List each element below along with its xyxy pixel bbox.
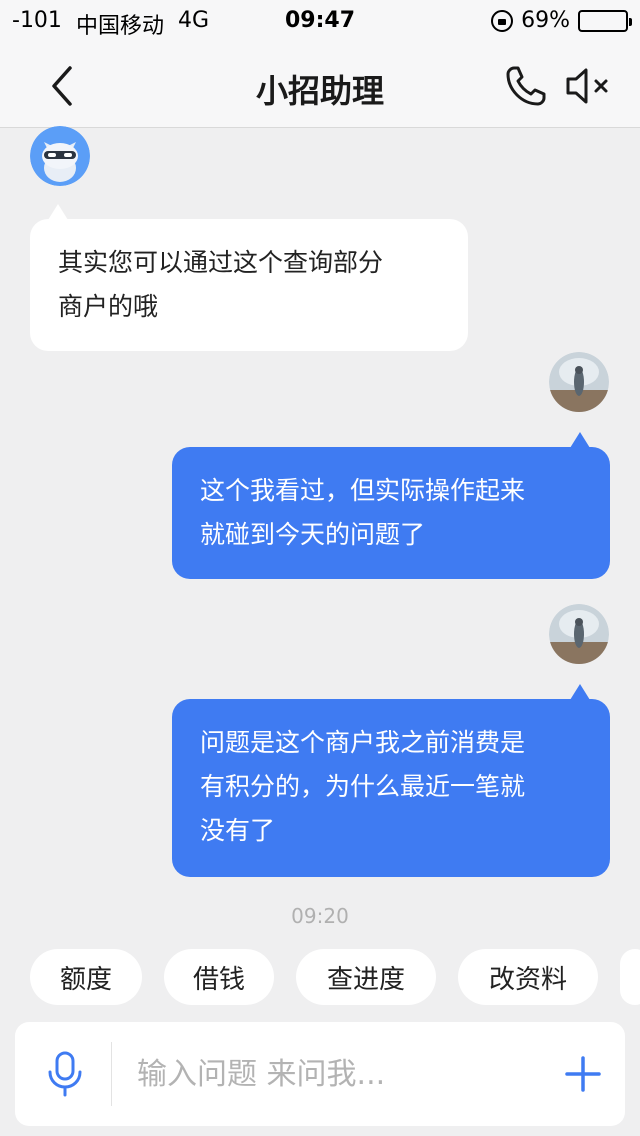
message-line: 问题是这个商户我之前消费是	[200, 728, 526, 757]
assistant-avatar	[30, 126, 90, 186]
chip-progress[interactable]: 查进度	[296, 949, 436, 1005]
nav-bar: 小招助理	[0, 44, 640, 128]
phone-icon	[506, 66, 546, 106]
chip-edit-info[interactable]: 改资料	[458, 949, 598, 1005]
call-button[interactable]	[502, 62, 550, 110]
message-bubble-assistant[interactable]: 其实您可以通过这个查询部分 商户的哦	[30, 219, 468, 351]
bubble-tail	[570, 432, 590, 448]
message-line: 这个我看过，但实际操作起来	[200, 476, 526, 505]
bubble-tail	[570, 684, 590, 700]
robot-avatar-icon	[30, 126, 90, 186]
message-line: 就碰到今天的问题了	[200, 520, 426, 549]
input-divider	[111, 1042, 112, 1106]
microphone-icon	[48, 1051, 82, 1097]
battery-icon	[578, 9, 632, 32]
user-avatar	[549, 352, 609, 412]
input-bar	[15, 1022, 625, 1126]
chat-area[interactable]: 其实您可以通过这个查询部分 商户的哦 这个我看过，但实际操作起来 就碰到今天的问…	[0, 126, 640, 938]
add-button[interactable]	[563, 1054, 603, 1094]
status-right: 69%	[491, 8, 632, 33]
status-bar: -101 中国移动 4G 09:47 69%	[0, 0, 640, 44]
message-bubble-user[interactable]: 这个我看过，但实际操作起来 就碰到今天的问题了	[172, 447, 610, 579]
chip-more-partial[interactable]	[620, 949, 640, 1005]
battery-percent: 69%	[521, 8, 570, 33]
user-avatar	[549, 604, 609, 664]
quick-reply-bar: 额度 借钱 查进度 改资料	[30, 949, 640, 1005]
message-input[interactable]	[137, 1052, 537, 1096]
message-line: 其实您可以通过这个查询部分	[58, 248, 384, 277]
message-line: 商户的哦	[58, 292, 159, 321]
speaker-mute-icon	[566, 68, 608, 104]
rotation-lock-icon	[491, 9, 514, 32]
user-photo-icon	[549, 352, 609, 412]
bubble-tail	[48, 204, 68, 220]
message-line: 没有了	[200, 816, 276, 845]
plus-icon	[565, 1056, 601, 1092]
user-photo-icon	[549, 604, 609, 664]
message-timestamp: 09:20	[291, 904, 349, 928]
chip-quota[interactable]: 额度	[30, 949, 142, 1005]
speaker-mute-button[interactable]	[562, 62, 618, 110]
voice-input-button[interactable]	[45, 1050, 85, 1098]
chip-borrow[interactable]: 借钱	[164, 949, 274, 1005]
message-line: 有积分的，为什么最近一笔就	[200, 772, 526, 801]
message-bubble-user[interactable]: 问题是这个商户我之前消费是 有积分的，为什么最近一笔就 没有了	[172, 699, 610, 877]
